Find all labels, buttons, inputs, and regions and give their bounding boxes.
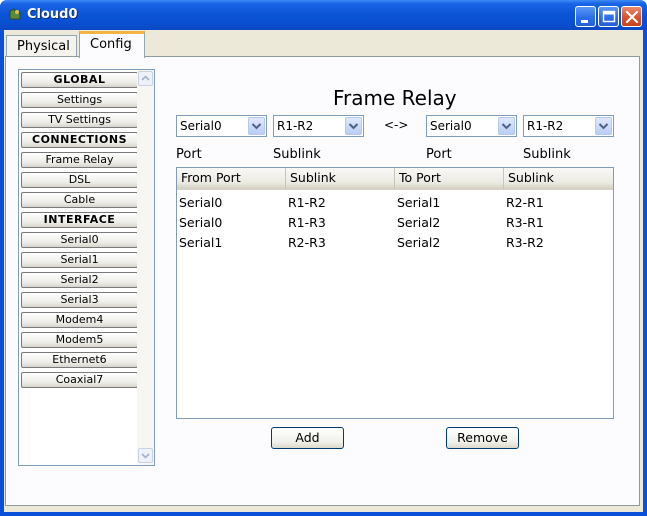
remove-button[interactable]: Remove bbox=[446, 427, 519, 449]
column-header-to-port[interactable]: To Port bbox=[395, 168, 504, 190]
frame-relay-table[interactable]: From Port Sublink To Port Sublink Serial… bbox=[176, 167, 614, 419]
app-window: Cloud0 Physical Config GLOBAL Settings TV … bbox=[0, 0, 647, 516]
from-sublink-label: Sublink bbox=[273, 147, 321, 162]
sidebar-item-ethernet6[interactable]: Ethernet6 bbox=[21, 352, 138, 368]
chevron-up-icon bbox=[141, 75, 150, 81]
from-port-select[interactable]: Serial0 bbox=[176, 115, 267, 137]
chevron-down-icon bbox=[595, 117, 612, 135]
table-cell[interactable]: Serial1 bbox=[397, 195, 440, 210]
table-cell[interactable]: R1-R3 bbox=[288, 215, 326, 230]
sidebar-item-modem5[interactable]: Modem5 bbox=[21, 332, 138, 348]
swap-symbol: <-> bbox=[384, 118, 409, 132]
table-cell[interactable]: Serial0 bbox=[179, 195, 222, 210]
sidebar-scrollbar[interactable] bbox=[137, 70, 154, 465]
sidebar-item-dsl[interactable]: DSL bbox=[21, 172, 138, 188]
table-cell[interactable]: R3-R2 bbox=[506, 235, 544, 250]
sidebar-item-global[interactable]: GLOBAL bbox=[21, 72, 138, 88]
chevron-down-icon bbox=[248, 117, 265, 135]
to-port-select[interactable]: Serial0 bbox=[426, 115, 517, 137]
table-cell[interactable]: Serial1 bbox=[179, 235, 222, 250]
add-button[interactable]: Add bbox=[271, 427, 344, 449]
cloud-icon bbox=[7, 7, 23, 23]
scroll-up-button[interactable] bbox=[138, 71, 153, 86]
table-cell[interactable]: Serial0 bbox=[179, 215, 222, 230]
table-cell[interactable]: R1-R2 bbox=[288, 195, 326, 210]
close-icon bbox=[625, 10, 639, 24]
page-title: Frame Relay bbox=[333, 86, 457, 110]
sidebar-item-connections[interactable]: CONNECTIONS bbox=[21, 132, 138, 148]
tab-physical[interactable]: Physical bbox=[6, 35, 77, 57]
sidebar-item-cable[interactable]: Cable bbox=[21, 192, 138, 208]
maximize-button[interactable] bbox=[598, 6, 619, 27]
table-cell[interactable]: Serial2 bbox=[397, 215, 440, 230]
sidebar-item-coaxial7[interactable]: Coaxial7 bbox=[21, 372, 138, 388]
table-cell[interactable]: R2-R1 bbox=[506, 195, 544, 210]
column-header-to-sublink[interactable]: Sublink bbox=[504, 168, 613, 190]
from-port-label: Port bbox=[176, 147, 202, 162]
config-panel: GLOBAL Settings TV Settings CONNECTIONS Fram… bbox=[5, 56, 640, 506]
sidebar: GLOBAL Settings TV Settings CONNECTIONS Fram… bbox=[18, 69, 155, 466]
sidebar-item-frame-relay[interactable]: Frame Relay bbox=[21, 152, 138, 168]
chevron-down-icon bbox=[141, 453, 150, 459]
table-cell[interactable]: Serial2 bbox=[397, 235, 440, 250]
title-bar[interactable]: Cloud0 bbox=[0, 0, 647, 30]
minimize-icon bbox=[581, 20, 588, 23]
sidebar-item-settings[interactable]: Settings bbox=[21, 92, 138, 108]
column-header-from-port[interactable]: From Port bbox=[177, 168, 286, 190]
scroll-down-button[interactable] bbox=[138, 448, 153, 463]
to-sublink-label: Sublink bbox=[523, 147, 571, 162]
minimize-button[interactable] bbox=[575, 6, 596, 27]
to-sublink-select[interactable]: R1-R2 bbox=[523, 115, 614, 137]
close-button[interactable] bbox=[621, 6, 642, 27]
to-port-label: Port bbox=[426, 147, 452, 162]
table-cell[interactable]: R2-R3 bbox=[288, 235, 326, 250]
column-header-from-sublink[interactable]: Sublink bbox=[286, 168, 395, 190]
tab-config[interactable]: Config bbox=[79, 31, 145, 58]
from-sublink-select[interactable]: R1-R2 bbox=[273, 115, 364, 137]
sidebar-item-serial2[interactable]: Serial2 bbox=[21, 272, 138, 288]
client-area: Physical Config GLOBAL Settings TV Setting… bbox=[4, 30, 643, 512]
maximize-icon bbox=[602, 10, 616, 23]
chevron-down-icon bbox=[498, 117, 515, 135]
sidebar-item-serial1[interactable]: Serial1 bbox=[21, 252, 138, 268]
window-title: Cloud0 bbox=[27, 7, 78, 22]
sidebar-item-serial0[interactable]: Serial0 bbox=[21, 232, 138, 248]
chevron-down-icon bbox=[345, 117, 362, 135]
sidebar-item-serial3[interactable]: Serial3 bbox=[21, 292, 138, 308]
sidebar-item-tv-settings[interactable]: TV Settings bbox=[21, 112, 138, 128]
sidebar-item-modem4[interactable]: Modem4 bbox=[21, 312, 138, 328]
sidebar-item-interface[interactable]: INTERFACE bbox=[21, 212, 138, 228]
table-cell[interactable]: R3-R1 bbox=[506, 215, 544, 230]
